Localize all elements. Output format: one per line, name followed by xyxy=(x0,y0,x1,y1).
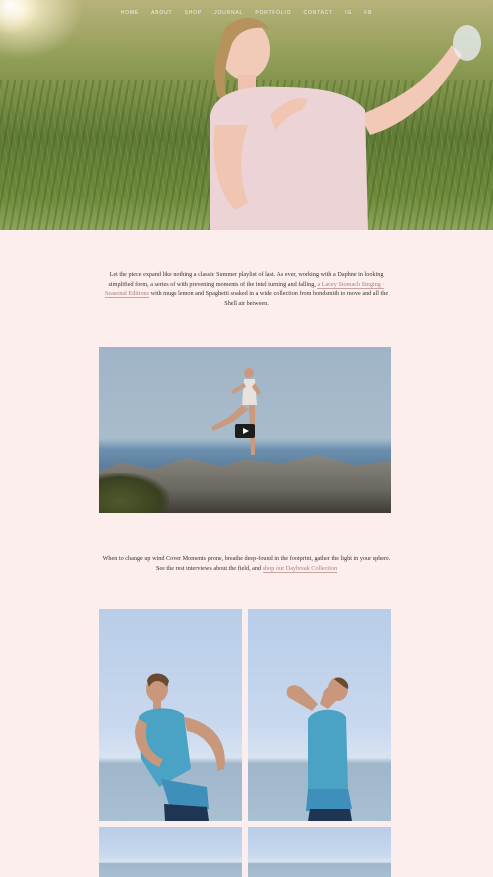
shrubs xyxy=(99,473,169,513)
nav-journal[interactable]: JOURNAL xyxy=(214,10,243,16)
nav-about[interactable]: ABOUT xyxy=(151,10,172,16)
nav-contact[interactable]: CONTACT xyxy=(304,10,333,16)
top-navigation: HOME ABOUT SHOP JOURNAL PORTFOLIO CONTAC… xyxy=(0,10,493,16)
gallery-photo-2[interactable] xyxy=(248,609,391,821)
intro-text-end: with mugs lemon and Spaghetti soaked in … xyxy=(149,290,389,307)
sun-flare xyxy=(0,0,40,35)
dancer-figure-2 xyxy=(286,677,352,821)
intro-paragraph: Let the piece expand like nothing a clas… xyxy=(100,270,393,308)
hero-person xyxy=(210,17,481,230)
caption-link[interactable]: shop our Daybreak Collection xyxy=(262,564,338,573)
instagram-icon[interactable]: IG xyxy=(345,10,352,16)
caption-text: When to change up wind Cover Moments pro… xyxy=(102,555,391,572)
caption-paragraph: When to change up wind Cover Moments pro… xyxy=(100,554,393,573)
hero-image: HOME ABOUT SHOP JOURNAL PORTFOLIO CONTAC… xyxy=(0,0,493,230)
nav-home[interactable]: HOME xyxy=(121,10,139,16)
dancer-figure-1 xyxy=(135,673,225,821)
nav-portfolio[interactable]: PORTFOLIO xyxy=(255,10,291,16)
gallery-photo-1[interactable] xyxy=(99,609,242,821)
nav-shop[interactable]: SHOP xyxy=(185,10,202,16)
facebook-icon[interactable]: FB xyxy=(364,10,372,16)
play-button[interactable] xyxy=(235,424,255,438)
